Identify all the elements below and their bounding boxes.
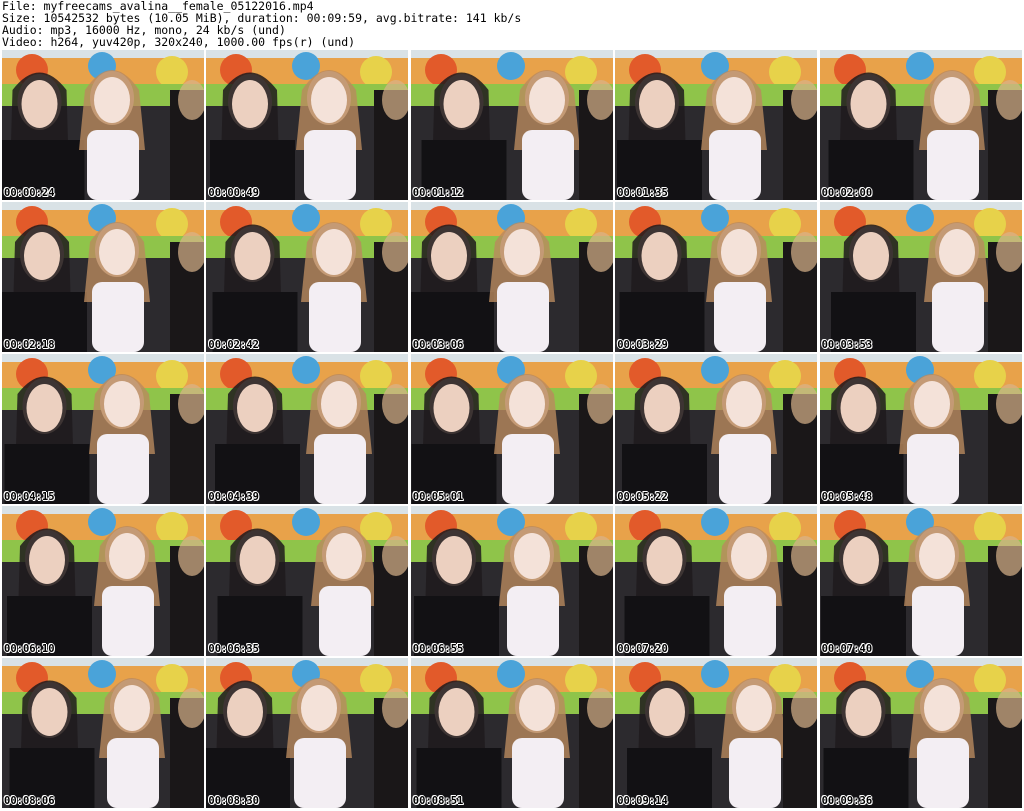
video-thumbnail: 00:08:06 [2,658,204,808]
video-thumbnail: 00:09:14 [615,658,818,808]
video-thumbnail: 00:05:22 [615,354,818,504]
thumbnail-timestamp: 00:00:49 [208,187,259,199]
video-frame-image [615,354,818,504]
video-frame-image [2,354,204,504]
video-frame-image [2,202,204,352]
video-thumbnail: 00:03:06 [410,202,613,352]
video-frame-image [206,50,409,200]
video-frame-image [206,506,409,656]
video-thumbnail: 00:00:24 [2,50,204,200]
thumbnail-timestamp: 00:08:30 [208,795,259,807]
video-frame-image [2,506,204,656]
video-frame-image [2,658,204,808]
video-thumbnail: 00:07:40 [819,506,1022,656]
video-frame-image [206,658,409,808]
thumbnail-timestamp: 00:06:35 [208,643,259,655]
video-thumbnail: 00:01:12 [410,50,613,200]
video-thumbnail: 00:03:29 [615,202,818,352]
file-info-header: File: myfreecams_avalina__female_0512201… [2,0,1022,48]
video-thumbnail: 00:05:01 [410,354,613,504]
thumbnail-timestamp: 00:03:29 [617,339,668,351]
video-thumbnail: 00:08:51 [410,658,613,808]
video-thumbnail: 00:04:15 [2,354,204,504]
thumbnail-timestamp: 00:08:51 [412,795,464,807]
video-frame-image [819,506,1022,656]
video-thumbnail: 00:06:35 [206,506,409,656]
thumbnail-timestamp: 00:04:39 [208,491,259,503]
video-thumbnail: 00:06:10 [2,506,204,656]
thumbnail-timestamp: 00:06:10 [4,643,55,655]
video-frame-image [819,354,1022,504]
video-thumbnail: 00:02:00 [819,50,1022,200]
video-frame-image [410,202,613,352]
video-frame-image [410,354,613,504]
thumbnail-timestamp: 00:02:00 [821,187,873,199]
thumbnail-timestamp: 00:01:12 [412,187,464,199]
video-thumbnail: 00:08:30 [206,658,409,808]
video-frame-image [819,50,1022,200]
video-frame-image [615,658,818,808]
video-frame-image [615,506,818,656]
thumbnail-timestamp: 00:09:14 [617,795,668,807]
video-frame-image [206,202,409,352]
thumbnail-timestamp: 00:00:24 [4,187,55,199]
thumbnail-timestamp: 00:05:22 [617,491,668,503]
video-thumbnail: 00:05:48 [819,354,1022,504]
video-thumbnail: 00:09:36 [819,658,1022,808]
video-thumbnail: 00:01:35 [615,50,818,200]
thumbnail-timestamp: 00:08:06 [4,795,55,807]
thumbnail-timestamp: 00:06:55 [412,643,464,655]
thumbnail-timestamp: 00:09:36 [821,795,873,807]
video-frame-image [206,354,409,504]
video-thumbnail: 00:00:49 [206,50,409,200]
thumbnail-timestamp: 00:03:53 [821,339,873,351]
video-thumbnail: 00:02:18 [2,202,204,352]
video-thumbnail: 00:07:20 [615,506,818,656]
thumbnail-timestamp: 00:05:48 [821,491,873,503]
thumbnail-timestamp: 00:07:20 [617,643,668,655]
thumbnail-timestamp: 00:05:01 [412,491,464,503]
video-info-line: Video: h264, yuv420p, 320x240, 1000.00 f… [2,35,356,49]
thumbnail-grid: 00:00:24 00:00:49 00:01:12 00:01:35 00:02:00… [0,50,1024,808]
video-frame-image [615,202,818,352]
video-frame-image [819,202,1022,352]
video-frame-image [410,506,613,656]
video-thumbnail: 00:06:55 [410,506,613,656]
thumbnail-timestamp: 00:03:06 [412,339,464,351]
thumbnail-timestamp: 00:07:40 [821,643,873,655]
thumbnail-timestamp: 00:01:35 [617,187,668,199]
video-thumbnail: 00:03:53 [819,202,1022,352]
video-frame-image [615,50,818,200]
video-frame-image [410,658,613,808]
video-frame-image [410,50,613,200]
video-thumbnail: 00:04:39 [206,354,409,504]
thumbnail-timestamp: 00:04:15 [4,491,55,503]
thumbnail-timestamp: 00:02:18 [4,339,55,351]
video-thumbnail: 00:02:42 [206,202,409,352]
video-frame-image [819,658,1022,808]
thumbnail-timestamp: 00:02:42 [208,339,259,351]
video-frame-image [2,50,204,200]
